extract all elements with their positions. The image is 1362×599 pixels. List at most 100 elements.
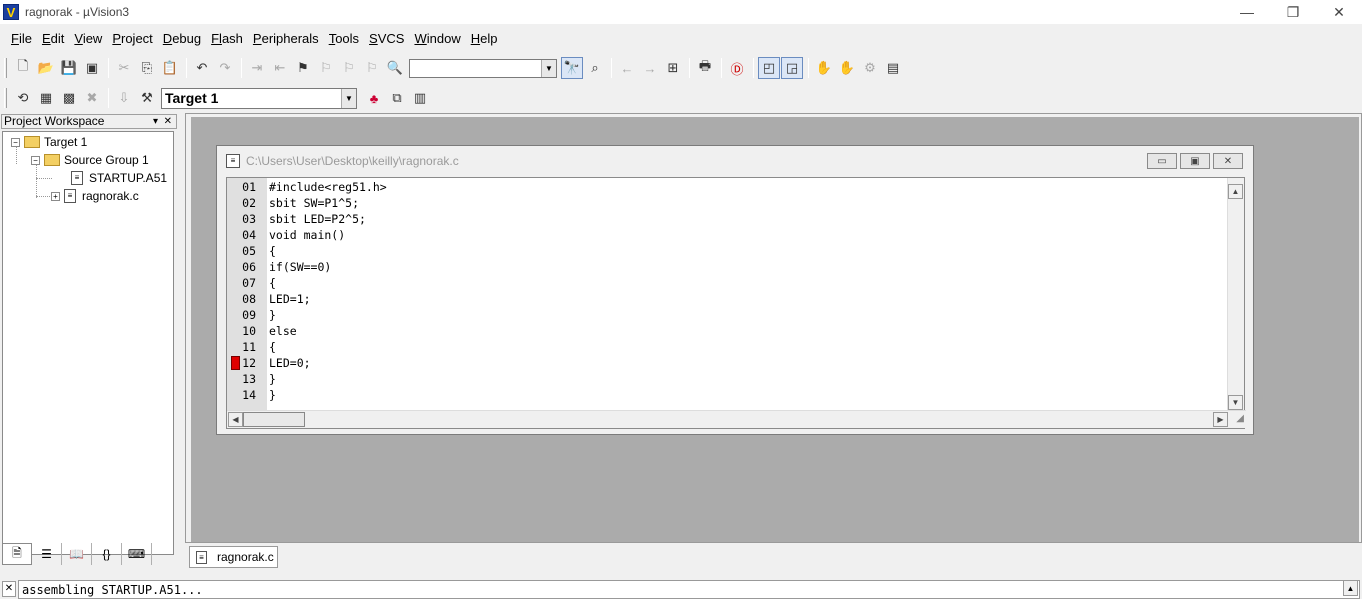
code-line[interactable]: 01 #include<reg51.h> [227, 179, 1227, 195]
code-line[interactable]: 05 { [227, 243, 1227, 259]
editor-minimize-button[interactable]: ▭ [1147, 153, 1177, 169]
doc-tab-ragnorak[interactable]: ≡ ragnorak.c [189, 546, 278, 568]
workspace-window-icon[interactable]: ◰ [758, 57, 780, 79]
open-folder-icon[interactable]: 📂 [35, 57, 57, 79]
horizontal-scrollbar[interactable]: ◀ ▶ ◢ [227, 410, 1246, 428]
regs-tab-icon[interactable]: ☰ [32, 543, 62, 565]
forward-arrow-icon[interactable]: → [639, 57, 661, 79]
scroll-down-icon[interactable]: ▼ [1228, 395, 1243, 410]
code-line[interactable]: 10 else [227, 323, 1227, 339]
cut-icon[interactable]: ✂ [113, 57, 135, 79]
toolbar-grip[interactable] [4, 58, 7, 78]
window-icon[interactable]: ▤ [882, 57, 904, 79]
menu-peripherals[interactable]: Peripherals [248, 31, 324, 46]
collapse-icon[interactable]: − [31, 155, 40, 165]
editor-maximize-button[interactable]: ▣ [1180, 153, 1210, 169]
menu-file[interactable]: File [6, 31, 37, 46]
translate-icon[interactable]: ⟲ [12, 87, 34, 109]
config-icon[interactable]: ⚙ [859, 57, 881, 79]
collapse-icon[interactable]: − [11, 137, 20, 147]
bookmark-icon[interactable]: ⚑ [292, 57, 314, 79]
redo-icon[interactable]: ↷ [214, 57, 236, 79]
pin-icon[interactable]: ▾ [153, 115, 158, 128]
find-binoculars-icon[interactable]: 🔭 [561, 57, 583, 79]
files-tab-icon[interactable]: 🗎 [2, 543, 32, 565]
stop-build-icon[interactable]: ✖ [81, 87, 103, 109]
target-select[interactable]: Target 1 ▼ [161, 87, 357, 109]
scroll-up-icon[interactable]: ▲ [1343, 580, 1358, 596]
manage-books-icon[interactable]: ▥ [409, 87, 431, 109]
indent-icon[interactable]: ⇥ [246, 57, 268, 79]
find-in-files-icon[interactable]: 🔍 [384, 57, 406, 79]
toolbar-grip[interactable] [4, 88, 7, 108]
resize-grip-icon[interactable]: ◢ [1236, 413, 1244, 424]
minimize-button[interactable]: — [1224, 0, 1270, 24]
code-line[interactable]: 07 { [227, 275, 1227, 291]
vertical-scrollbar[interactable]: ▲ ▼ [1227, 178, 1244, 410]
menu-view[interactable]: View [69, 31, 107, 46]
target-options-icon[interactable]: ⚒ [136, 87, 158, 109]
prev-bookmark-icon[interactable]: ⚐ [338, 57, 360, 79]
tree-item-file[interactable]: + ≡ ragnorak.c [51, 187, 139, 205]
output-window-icon[interactable]: ◲ [781, 57, 803, 79]
browse-icon[interactable]: ⊞ [662, 57, 684, 79]
find-combo[interactable]: ▼ [409, 58, 557, 78]
books-tab-icon[interactable]: 📖 [62, 543, 92, 565]
menu-window[interactable]: Window [409, 31, 465, 46]
editor-title-bar[interactable]: ≡ C:\Users\User\Desktop\keilly\ragnorak.… [217, 146, 1253, 176]
print-icon[interactable]: 🖶 [694, 57, 716, 79]
debug-session-icon[interactable]: Ⓓ [726, 57, 748, 79]
code-editor[interactable]: 01 #include<reg51.h> 02 sbit SW=P1^5; 03 sbit… [226, 177, 1246, 429]
code-line[interactable]: 11 { [227, 339, 1227, 355]
menu-debug[interactable]: Debug [158, 31, 206, 46]
save-icon[interactable]: 💾 [58, 57, 80, 79]
load-download-icon[interactable]: ⇩ [113, 87, 135, 109]
tree-item-file[interactable]: ≡ STARTUP.A51 [71, 169, 167, 187]
output-close-icon[interactable]: ✕ [2, 581, 16, 597]
hand-icon[interactable]: ✋ [813, 57, 835, 79]
undo-icon[interactable]: ↶ [191, 57, 213, 79]
clear-bookmarks-icon[interactable]: ⚐ [361, 57, 383, 79]
menu-edit[interactable]: Edit [37, 31, 69, 46]
build-icon[interactable]: ▦ [35, 87, 57, 109]
tree-item-source-group[interactable]: − Source Group 1 [31, 151, 149, 169]
code-line[interactable]: 02 sbit SW=P1^5; [227, 195, 1227, 211]
unindent-icon[interactable]: ⇤ [269, 57, 291, 79]
code-line[interactable]: 09} [227, 307, 1227, 323]
hand-stop-icon[interactable]: ✋ [836, 57, 858, 79]
expand-icon[interactable]: + [51, 191, 60, 201]
rebuild-all-icon[interactable]: ▩ [58, 87, 80, 109]
code-line[interactable]: 08 LED=1; [227, 291, 1227, 307]
restore-button[interactable]: ❐ [1270, 0, 1316, 24]
new-file-icon[interactable]: 🗋 [12, 57, 34, 79]
components-icon[interactable]: ♣ [363, 87, 385, 109]
templates-tab-icon[interactable]: ⌨ [122, 543, 152, 565]
tree-item-target[interactable]: − Target 1 [11, 133, 87, 151]
scroll-up-icon[interactable]: ▲ [1228, 184, 1243, 199]
close-icon[interactable]: ✕ [164, 115, 172, 128]
back-arrow-icon[interactable]: ← [616, 57, 638, 79]
code-line[interactable]: 03 sbit LED=P2^5; [227, 211, 1227, 227]
menu-flash[interactable]: Flash [206, 31, 248, 46]
menu-project[interactable]: Project [107, 31, 157, 46]
menu-svcs[interactable]: SVCS [364, 31, 409, 46]
close-button[interactable]: ✕ [1316, 0, 1362, 24]
editor-close-button[interactable]: ✕ [1213, 153, 1243, 169]
chevron-down-icon[interactable]: ▼ [541, 59, 556, 77]
scroll-left-icon[interactable]: ◀ [228, 412, 243, 427]
next-bookmark-icon[interactable]: ⚐ [315, 57, 337, 79]
functions-tab-icon[interactable]: {} [92, 543, 122, 565]
code-line[interactable]: 12 LED=0; [227, 355, 1227, 371]
incremental-find-icon[interactable]: ⌕ [584, 57, 606, 79]
copy-icon[interactable]: ⎘ [136, 57, 158, 79]
file-extensions-icon[interactable]: ⧉ [386, 87, 408, 109]
code-line[interactable]: 06 if(SW==0) [227, 259, 1227, 275]
scroll-thumb[interactable] [243, 412, 305, 427]
save-all-icon[interactable]: ▣ [81, 57, 103, 79]
menu-help[interactable]: Help [466, 31, 503, 46]
code-line[interactable]: 04 void main() [227, 227, 1227, 243]
code-line[interactable]: 14} [227, 387, 1227, 403]
scroll-right-icon[interactable]: ▶ [1213, 412, 1228, 427]
menu-tools[interactable]: Tools [324, 31, 364, 46]
paste-icon[interactable]: 📋 [159, 57, 181, 79]
